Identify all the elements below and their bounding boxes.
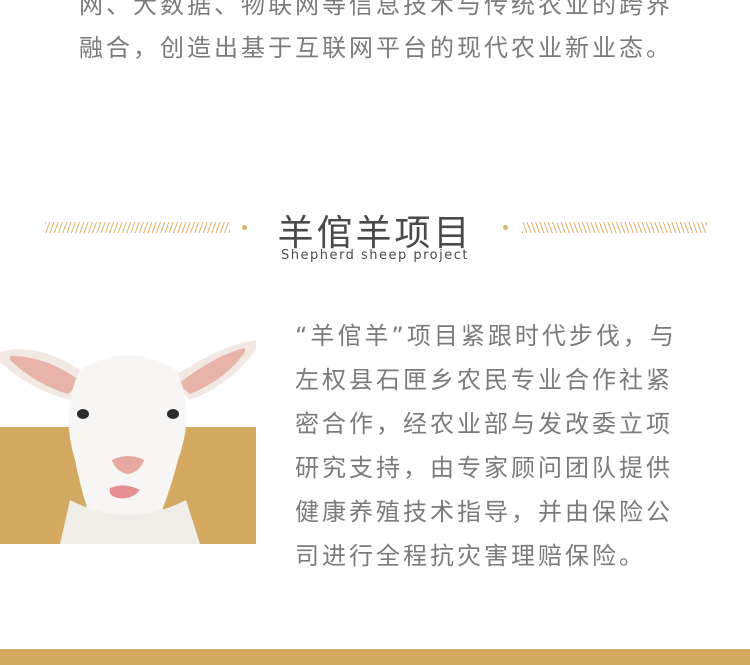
decorative-dot-right: [503, 225, 508, 230]
goat-eye-right: [167, 409, 179, 419]
project-description: “羊倌羊”项目紧跟时代步伐，与左权县石匣乡农民专业合作社紧密合作，经农业部与发改…: [295, 322, 677, 570]
footer-accent-bar: [0, 649, 750, 665]
decorative-hatch-right: [522, 222, 707, 233]
goat-eye-left: [77, 409, 89, 419]
intro-paragraph: 网、大数据、物联网等信息技术与传统农业的跨界融合，创造出基于互联网平台的现代农业…: [79, 0, 673, 62]
goat-photo: [0, 300, 258, 550]
section-subtitle: Shepherd sheep project: [281, 248, 469, 263]
section-heading: 羊倌羊项目 Shepherd sheep project: [0, 200, 750, 270]
